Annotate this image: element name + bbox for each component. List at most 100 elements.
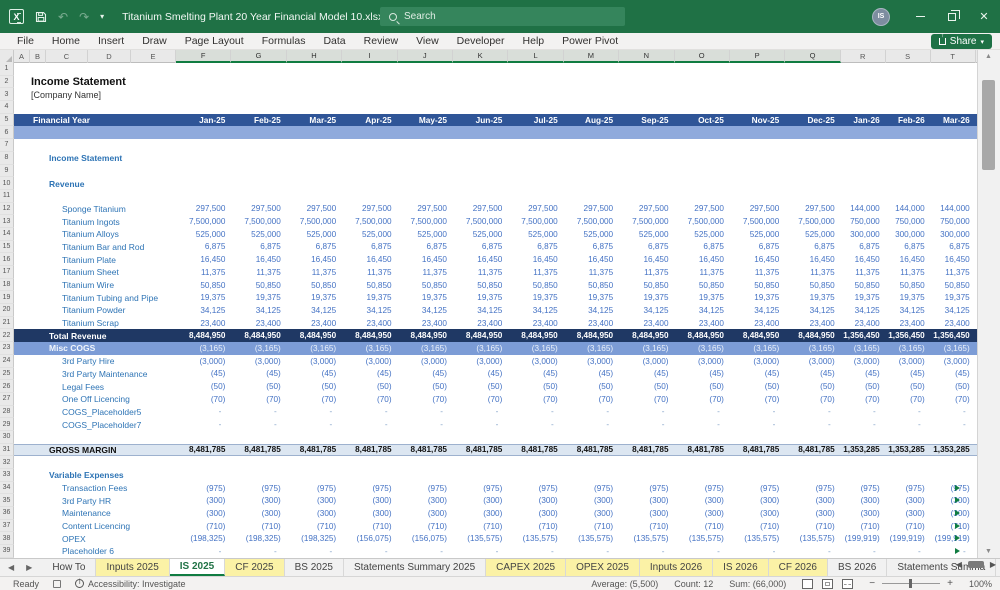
cell-K39[interactable]: -: [453, 547, 508, 556]
cell-H13[interactable]: 7,500,000: [287, 217, 342, 226]
cell-L29[interactable]: -: [508, 420, 563, 429]
cell-P13[interactable]: 7,500,000: [730, 217, 785, 226]
cell-M18[interactable]: 50,850: [564, 281, 619, 290]
row-header-26[interactable]: 26: [0, 380, 14, 393]
cell-J14[interactable]: 525,000: [398, 230, 453, 239]
cell-N16[interactable]: 16,450: [619, 255, 674, 264]
cell-P27[interactable]: (70): [730, 395, 785, 404]
cell-I39[interactable]: -: [342, 547, 397, 556]
cell-P39[interactable]: -: [730, 547, 785, 556]
cell-R24[interactable]: (3,000): [841, 357, 886, 366]
cell-S15[interactable]: 6,875: [886, 242, 931, 251]
cell-P24[interactable]: (3,000): [730, 357, 785, 366]
month-header-Nov-25[interactable]: Nov-25: [730, 115, 785, 125]
cell-T31[interactable]: 1,353,285: [931, 445, 976, 454]
column-header-F[interactable]: F: [176, 50, 231, 63]
column-header-T[interactable]: T: [931, 50, 976, 63]
column-header-B[interactable]: B: [30, 50, 46, 63]
cell-M36[interactable]: (300): [564, 509, 619, 518]
cell-P38[interactable]: (135,575): [730, 534, 785, 543]
cell-K20[interactable]: 34,125: [453, 306, 508, 315]
row-header-28[interactable]: 28: [0, 406, 14, 419]
cell-S22[interactable]: 1,356,450: [886, 331, 931, 340]
cell-M39[interactable]: -: [564, 547, 619, 556]
cell-I14[interactable]: 525,000: [342, 230, 397, 239]
cell-K37[interactable]: (710): [453, 522, 508, 531]
cell-N27[interactable]: (70): [619, 395, 674, 404]
cell-S21[interactable]: 23,400: [886, 319, 931, 328]
cell-F19[interactable]: 19,375: [176, 293, 231, 302]
cell-N17[interactable]: 11,375: [619, 268, 674, 277]
cell-O17[interactable]: 11,375: [675, 268, 730, 277]
row-label-13[interactable]: Titanium Ingots: [14, 217, 176, 227]
row-label-37[interactable]: Content Licencing: [14, 521, 176, 531]
cell-I37[interactable]: (710): [342, 522, 397, 531]
cell-Q21[interactable]: 23,400: [785, 319, 840, 328]
cell-S25[interactable]: (45): [886, 369, 931, 378]
cell-N24[interactable]: (3,000): [619, 357, 674, 366]
cell-F25[interactable]: (45): [176, 369, 231, 378]
cell-F22[interactable]: 8,484,950: [176, 331, 231, 340]
cell-T37[interactable]: (710): [931, 522, 976, 531]
cell-L18[interactable]: 50,850: [508, 281, 563, 290]
cell-H18[interactable]: 50,850: [287, 281, 342, 290]
month-header-Mar-26[interactable]: Mar-26: [931, 115, 976, 125]
cell-M25[interactable]: (45): [564, 369, 619, 378]
row-header-22[interactable]: 22: [0, 329, 14, 342]
cell-Q31[interactable]: 8,481,785: [785, 445, 840, 454]
cell-O14[interactable]: 525,000: [675, 230, 730, 239]
cell-F34[interactable]: (975): [176, 484, 231, 493]
cell-M29[interactable]: -: [564, 420, 619, 429]
cell-O19[interactable]: 19,375: [675, 293, 730, 302]
row-header-25[interactable]: 25: [0, 368, 14, 381]
horizontal-scroll-thumb[interactable]: [968, 561, 984, 568]
zoom-slider-thumb[interactable]: [909, 579, 912, 588]
month-header-May-25[interactable]: May-25: [398, 115, 453, 125]
cell-R35[interactable]: (300): [841, 496, 886, 505]
cell-O16[interactable]: 16,450: [675, 255, 730, 264]
sheet-tab-is-2026[interactable]: IS 2026: [713, 559, 768, 576]
cell-H21[interactable]: 23,400: [287, 319, 342, 328]
cell-H14[interactable]: 525,000: [287, 230, 342, 239]
cell-O36[interactable]: (300): [675, 509, 730, 518]
cell-G21[interactable]: 23,400: [231, 319, 286, 328]
cell-M35[interactable]: (300): [564, 496, 619, 505]
cell-K16[interactable]: 16,450: [453, 255, 508, 264]
column-header-D[interactable]: D: [88, 50, 131, 63]
cell-P14[interactable]: 525,000: [730, 230, 785, 239]
cell-M34[interactable]: (975): [564, 484, 619, 493]
cell-T34[interactable]: (975): [931, 484, 976, 493]
horizontal-scrollbar[interactable]: ◀ ▶: [956, 560, 996, 569]
cell-O37[interactable]: (710): [675, 522, 730, 531]
cell-Q14[interactable]: 525,000: [785, 230, 840, 239]
qat-customize-icon[interactable]: ▾: [100, 11, 104, 23]
cell-H17[interactable]: 11,375: [287, 268, 342, 277]
month-header-Jun-25[interactable]: Jun-25: [453, 115, 508, 125]
cell-G28[interactable]: -: [231, 407, 286, 416]
cell-L36[interactable]: (300): [508, 509, 563, 518]
cell-K19[interactable]: 19,375: [453, 293, 508, 302]
cell-K34[interactable]: (975): [453, 484, 508, 493]
cell-P36[interactable]: (300): [730, 509, 785, 518]
cell-I15[interactable]: 6,875: [342, 242, 397, 251]
cell-Q12[interactable]: 297,500: [785, 204, 840, 213]
row-header-5[interactable]: 5: [0, 114, 14, 127]
cell-F13[interactable]: 7,500,000: [176, 217, 231, 226]
month-header-Feb-26[interactable]: Feb-26: [886, 115, 931, 125]
cell-I36[interactable]: (300): [342, 509, 397, 518]
cell-R20[interactable]: 34,125: [841, 306, 886, 315]
sheet-tab-is-2025[interactable]: IS 2025: [170, 559, 225, 576]
cell-Q16[interactable]: 16,450: [785, 255, 840, 264]
row-label-39[interactable]: Placeholder 6: [14, 546, 176, 556]
cell-P12[interactable]: 297,500: [730, 204, 785, 213]
restore-button[interactable]: [936, 0, 968, 33]
excel-logo-icon[interactable]: X: [9, 9, 24, 24]
cell-F31[interactable]: 8,481,785: [176, 445, 231, 454]
cell-O34[interactable]: (975): [675, 484, 730, 493]
cell-P31[interactable]: 8,481,785: [730, 445, 785, 454]
cell-Q39[interactable]: -: [785, 547, 840, 556]
cell-G12[interactable]: 297,500: [231, 204, 286, 213]
cell-Q15[interactable]: 6,875: [785, 242, 840, 251]
cell-Q38[interactable]: (135,575): [785, 534, 840, 543]
hscroll-left-icon[interactable]: ◀: [956, 560, 962, 569]
